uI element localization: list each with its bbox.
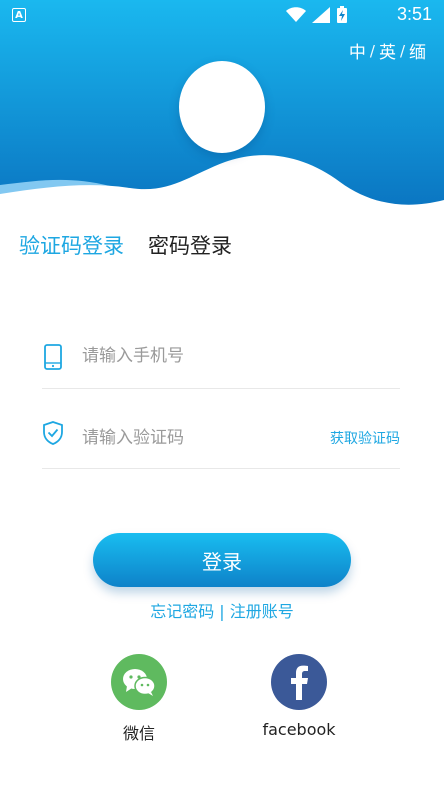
register-link[interactable]: 注册账号 (230, 602, 294, 621)
phone-icon (44, 344, 62, 370)
facebook-icon[interactable] (271, 654, 327, 710)
language-option-english[interactable]: 英 (379, 38, 396, 63)
avatar (179, 61, 265, 153)
wifi-icon (286, 7, 306, 22)
app-notification-icon: A (12, 8, 26, 22)
links-divider: | (219, 602, 225, 621)
language-option-burmese[interactable]: 缅 (409, 38, 426, 63)
language-separator: / (369, 41, 375, 60)
wechat-login[interactable]: 微信 (79, 654, 199, 744)
code-field: 获取验证码 (42, 408, 400, 469)
wechat-label: 微信 (122, 724, 155, 743)
forgot-password-link[interactable]: 忘记密码 (150, 602, 214, 621)
account-links: 忘记密码 | 注册账号 (0, 598, 444, 622)
tab-password-login[interactable]: 密码登录 (148, 230, 232, 260)
facebook-login[interactable]: facebook (239, 654, 359, 739)
status-icons (286, 6, 348, 24)
header-banner: A 3:51 中 / 英 / 缅 (0, 0, 444, 215)
language-switcher: 中 / 英 / 缅 (349, 38, 426, 64)
signal-icon (312, 7, 330, 23)
code-input[interactable] (80, 422, 314, 454)
wechat-icon[interactable] (111, 654, 167, 710)
phone-field (42, 328, 400, 389)
login-mode-tabs: 验证码登录 密码登录 (19, 230, 232, 260)
facebook-label: facebook (262, 720, 336, 739)
status-bar: A 3:51 (0, 0, 444, 32)
language-option-chinese[interactable]: 中 (349, 38, 366, 63)
battery-charging-icon (337, 6, 347, 23)
language-separator: / (399, 41, 405, 60)
get-code-button[interactable]: 获取验证码 (330, 428, 400, 448)
tab-sms-code-login[interactable]: 验证码登录 (19, 230, 124, 260)
phone-input[interactable] (80, 340, 314, 372)
shield-check-icon (43, 421, 63, 445)
clock-time: 3:51 (396, 4, 432, 24)
login-button[interactable]: 登录 (93, 533, 351, 587)
